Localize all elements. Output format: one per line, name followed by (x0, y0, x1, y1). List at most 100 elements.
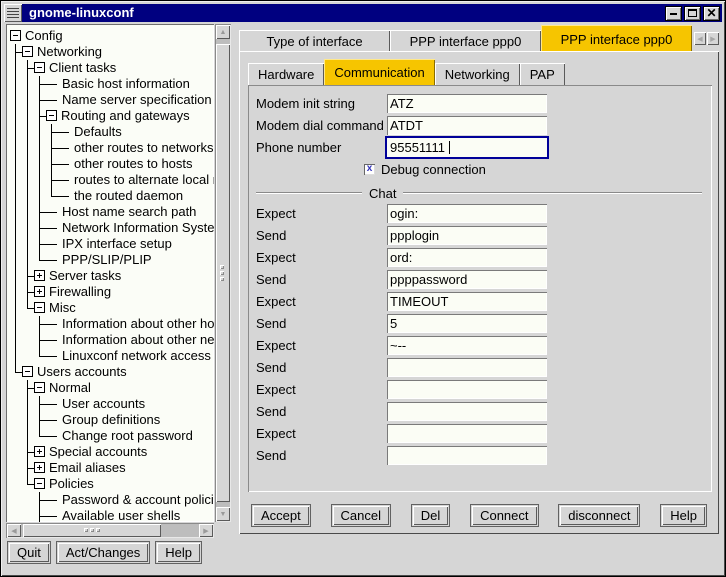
tab-ppp-interface-ppp0-2[interactable]: PPP interface ppp0 (541, 25, 692, 53)
titlebar[interactable]: gnome-linuxconf ✕ (4, 4, 722, 22)
tree-item[interactable]: Users accounts (10, 364, 214, 380)
tree-item-other-routes-to-hosts[interactable]: other routes to hosts (71, 156, 193, 172)
chat-expect-2-input-field[interactable] (387, 248, 547, 267)
tree-item[interactable]: Network Information System (10, 220, 214, 236)
chat-expect-8-input-field[interactable] (387, 380, 547, 399)
chat-send-9-input-field[interactable] (387, 402, 547, 421)
chat-expect-8-input[interactable] (387, 380, 547, 399)
tree-item-available-user-shells[interactable]: Available user shells (59, 508, 180, 522)
tree-vertical-scrollbar[interactable]: ▲ ▼ (215, 24, 231, 522)
tree-item-users-accounts[interactable]: Users accounts (34, 364, 127, 380)
chat-expect-4-input-field[interactable] (387, 292, 547, 311)
tree-item-user-accounts[interactable]: User accounts (59, 396, 145, 412)
modem-init-string-input-field[interactable] (387, 94, 547, 113)
tree-item[interactable]: IPX interface setup (10, 236, 214, 252)
tree-item[interactable]: Information about other netw (10, 332, 214, 348)
tree-item[interactable]: Networking (10, 44, 214, 60)
tree-expander-collapsed-icon[interactable] (34, 286, 45, 297)
connect-button[interactable]: Connect (470, 504, 538, 527)
tree-expander-expanded-icon[interactable] (22, 366, 33, 377)
horizontal-scrollbar-thumb[interactable] (23, 524, 161, 537)
tree-item-email-aliases[interactable]: Email aliases (46, 460, 126, 476)
tree-item-firewalling[interactable]: Firewalling (46, 284, 111, 300)
tree-item-host-name-search-path[interactable]: Host name search path (59, 204, 196, 220)
scroll-up-button[interactable]: ▲ (216, 25, 230, 39)
tree-item[interactable]: Client tasks (10, 60, 214, 76)
tree-expander-expanded-icon[interactable] (22, 46, 33, 57)
tree-item-config[interactable]: Config (22, 28, 63, 44)
maximize-button[interactable] (684, 6, 701, 21)
chat-expect-0-input[interactable] (387, 204, 547, 223)
chat-expect-6-input-field[interactable] (387, 336, 547, 355)
tree-item-network-information-system[interactable]: Network Information System (59, 220, 214, 236)
tree-item[interactable]: Server tasks (10, 268, 214, 284)
tree-item-other-routes-to-networks[interactable]: other routes to networks (71, 140, 213, 156)
tree-item-client-tasks[interactable]: Client tasks (46, 60, 116, 76)
chat-send-1-input-field[interactable] (387, 226, 547, 245)
help-button[interactable]: Help (660, 504, 707, 527)
tree-item-ppp-slip-plip[interactable]: PPP/SLIP/PLIP (59, 252, 152, 268)
tree-item-server-tasks[interactable]: Server tasks (46, 268, 121, 284)
chat-send-7-input-field[interactable] (387, 358, 547, 377)
tree-item-the-routed-daemon[interactable]: the routed daemon (71, 188, 183, 204)
tree-item[interactable]: Policies (10, 476, 214, 492)
chat-expect-6-input[interactable] (387, 336, 547, 355)
tree-item-routing-and-gateways[interactable]: Routing and gateways (58, 108, 190, 124)
tree-item-defaults[interactable]: Defaults (71, 124, 122, 140)
tree-item[interactable]: User accounts (10, 396, 214, 412)
tree-item-linuxconf-network-access[interactable]: Linuxconf network access (59, 348, 211, 364)
tree-item[interactable]: Information about other hosts (10, 316, 214, 332)
modem-init-string-input[interactable] (387, 94, 547, 113)
tree-item[interactable]: other routes to networks (10, 140, 214, 156)
disconnect-button[interactable]: disconnect (558, 504, 640, 527)
phone-number-input[interactable] (387, 138, 547, 157)
tree-item[interactable]: Host name search path (10, 204, 214, 220)
tree-expander-expanded-icon[interactable] (34, 302, 45, 313)
tab-type-of-interface-0[interactable]: Type of interface (239, 30, 390, 53)
subtab-networking[interactable]: Networking (435, 63, 520, 85)
chat-send-7-input[interactable] (387, 358, 547, 377)
tree-item[interactable]: other routes to hosts (10, 156, 214, 172)
chat-expect-2-input[interactable] (387, 248, 547, 267)
chat-send-5-input[interactable] (387, 314, 547, 333)
tree-item[interactable]: Defaults (10, 124, 214, 140)
tree-item-change-root-password[interactable]: Change root password (59, 428, 193, 444)
tree-item[interactable]: Basic host information (10, 76, 214, 92)
debug-connection-checkbox[interactable]: x (364, 164, 375, 175)
chat-send-3-input-field[interactable] (387, 270, 547, 289)
tree-expander-expanded-icon[interactable] (34, 478, 45, 489)
accept-button[interactable]: Accept (251, 504, 311, 527)
tree-expander-collapsed-icon[interactable] (34, 446, 45, 457)
tree-item[interactable]: Misc (10, 300, 214, 316)
tree-expander-expanded-icon[interactable] (34, 62, 45, 73)
tree-item[interactable]: Email aliases (10, 460, 214, 476)
tree-item[interactable]: Config (10, 28, 214, 44)
del-button[interactable]: Del (411, 504, 451, 527)
subtab-communication[interactable]: Communication (324, 59, 434, 85)
tree-item[interactable]: Firewalling (10, 284, 214, 300)
minimize-button[interactable] (665, 6, 682, 21)
tree-item-name-server-specification-d[interactable]: Name server specification (D (59, 92, 214, 108)
chat-send-5-input-field[interactable] (387, 314, 547, 333)
phone-number-input-field[interactable] (387, 138, 547, 157)
tree-item[interactable]: Linuxconf network access (10, 348, 214, 364)
modem-dial-command-input-field[interactable] (387, 116, 547, 135)
chat-send-11-input-field[interactable] (387, 446, 547, 465)
tree-item[interactable]: Special accounts (10, 444, 214, 460)
tree-item-group-definitions[interactable]: Group definitions (59, 412, 160, 428)
close-button[interactable]: ✕ (703, 6, 720, 21)
chat-expect-4-input[interactable] (387, 292, 547, 311)
chat-expect-0-input-field[interactable] (387, 204, 547, 223)
tree-item-basic-host-information[interactable]: Basic host information (59, 76, 190, 92)
tree-item[interactable]: routes to alternate local ne (10, 172, 214, 188)
tab-scroll-right-button[interactable]: ▶ (707, 32, 719, 45)
footer-help-button[interactable]: Help (155, 541, 202, 564)
tree-item-information-about-other-hosts[interactable]: Information about other hosts (59, 316, 214, 332)
window-menu-button[interactable] (4, 4, 22, 22)
chat-send-1-input[interactable] (387, 226, 547, 245)
tree-item-policies[interactable]: Policies (46, 476, 94, 492)
tree-item[interactable]: Group definitions (10, 412, 214, 428)
tree-item[interactable]: Routing and gateways (10, 108, 214, 124)
tree-item-special-accounts[interactable]: Special accounts (46, 444, 147, 460)
tree-item[interactable]: the routed daemon (10, 188, 214, 204)
